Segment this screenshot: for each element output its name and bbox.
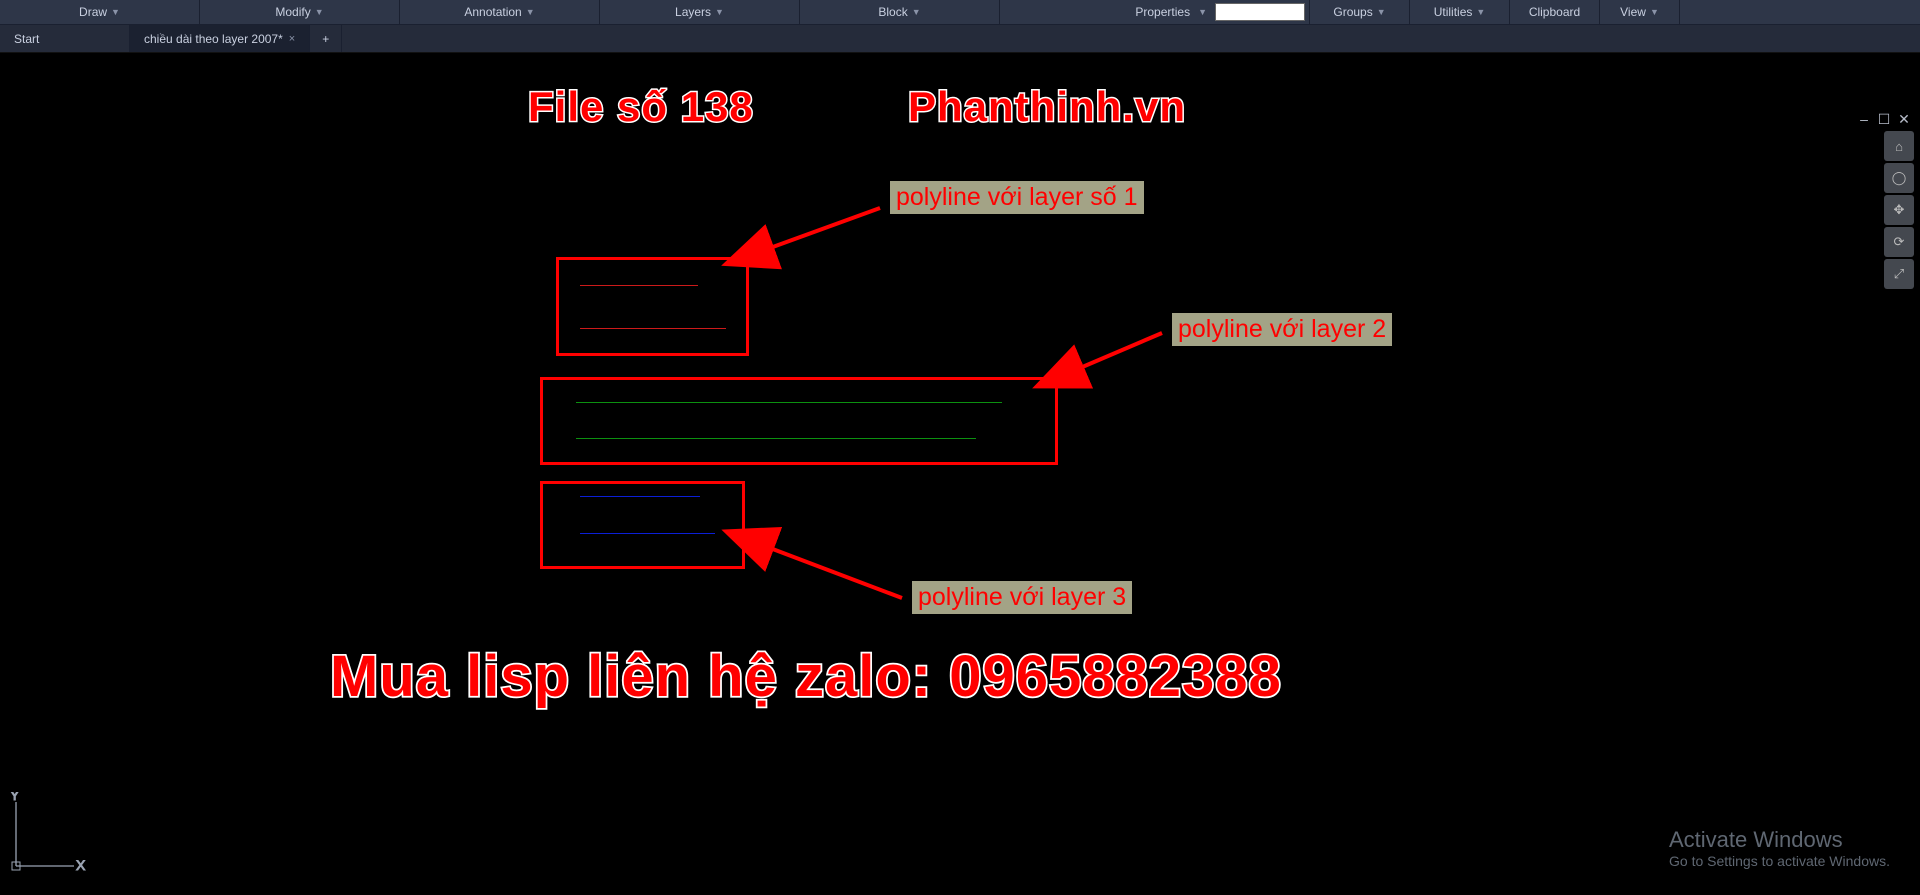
panel-view[interactable]: View ▼ <box>1600 0 1680 24</box>
nav-orbit-icon[interactable]: ⟳ <box>1884 227 1914 257</box>
chevron-down-icon: ▼ <box>111 7 120 17</box>
highlight-box-2 <box>540 377 1058 465</box>
nav-pan-icon[interactable]: ✥ <box>1884 195 1914 225</box>
panel-clipboard[interactable]: Clipboard <box>1510 0 1600 24</box>
ucs-icon: X Y <box>10 792 90 877</box>
ucs-y-label: Y <box>10 792 20 803</box>
chevron-down-icon: ▼ <box>526 7 535 17</box>
polyline-layer3-seg1[interactable] <box>580 496 700 497</box>
chevron-down-icon: ▼ <box>1198 7 1207 17</box>
panel-label: Modify <box>275 5 310 19</box>
navigation-bar: ⌂ ◯ ✥ ⟳ ⤢ <box>1884 131 1914 289</box>
annotation-file-title: File số 138 <box>528 83 754 131</box>
windows-activation-watermark: Activate Windows Go to Settings to activ… <box>1669 827 1890 869</box>
panel-label: Utilities <box>1434 5 1473 19</box>
chevron-down-icon: ▼ <box>1650 7 1659 17</box>
annotation-contact: Mua lisp liên hệ zalo: 0965882388 <box>330 643 1282 710</box>
panel-label: Layers <box>675 5 711 19</box>
panel-label: Annotation <box>464 5 521 19</box>
panel-label: Draw <box>79 5 107 19</box>
tab-start[interactable]: Start <box>0 25 130 52</box>
tab-new[interactable]: + <box>310 25 342 52</box>
panel-label: Properties <box>1135 5 1190 19</box>
panel-annotation[interactable]: Annotation ▼ <box>400 0 600 24</box>
panel-block[interactable]: Block ▼ <box>800 0 1000 24</box>
annotation-arrows <box>0 53 1920 895</box>
chevron-down-icon: ▼ <box>315 7 324 17</box>
panel-groups[interactable]: Groups ▼ <box>1310 0 1410 24</box>
panel-label: Block <box>878 5 907 19</box>
viewport-controls: – ☐ ✕ <box>1856 111 1912 128</box>
highlight-box-1 <box>556 257 749 356</box>
properties-input[interactable] <box>1215 3 1305 21</box>
tab-active-drawing[interactable]: chiều dài theo layer 2007* × <box>130 25 310 52</box>
nav-wheel-icon[interactable]: ◯ <box>1884 163 1914 193</box>
panel-label: Groups <box>1333 5 1372 19</box>
maximize-icon[interactable]: ☐ <box>1876 111 1892 128</box>
polyline-layer1-seg1[interactable] <box>580 285 698 286</box>
watermark-line2: Go to Settings to activate Windows. <box>1669 853 1890 869</box>
chevron-down-icon: ▼ <box>715 7 724 17</box>
drawing-area[interactable]: – ☐ ✕ ⌂ ◯ ✥ ⟳ ⤢ X Y File số 138 Phanthin… <box>0 53 1920 895</box>
annotation-site: Phanthinh.vn <box>908 83 1186 131</box>
annotation-label-3: polyline với layer 3 <box>912 581 1132 614</box>
polyline-layer2-seg2[interactable] <box>576 438 976 439</box>
watermark-line1: Activate Windows <box>1669 827 1890 853</box>
chevron-down-icon: ▼ <box>1476 7 1485 17</box>
polyline-layer3-seg2[interactable] <box>580 533 715 534</box>
document-tabs: Start chiều dài theo layer 2007* × + <box>0 25 1920 53</box>
close-icon[interactable]: × <box>289 33 295 45</box>
nav-home-icon[interactable]: ⌂ <box>1884 131 1914 161</box>
plus-icon: + <box>322 32 329 46</box>
panel-properties[interactable]: Properties ▼ <box>1000 0 1310 24</box>
panel-draw[interactable]: Draw ▼ <box>0 0 200 24</box>
ucs-x-label: X <box>76 857 86 872</box>
panel-label: Clipboard <box>1529 5 1580 19</box>
highlight-box-3 <box>540 481 745 569</box>
panel-modify[interactable]: Modify ▼ <box>200 0 400 24</box>
polyline-layer2-seg1[interactable] <box>576 402 1002 403</box>
minimize-icon[interactable]: – <box>1856 111 1872 128</box>
ribbon-panels: Draw ▼ Modify ▼ Annotation ▼ Layers ▼ Bl… <box>0 0 1920 25</box>
chevron-down-icon: ▼ <box>912 7 921 17</box>
close-icon[interactable]: ✕ <box>1896 111 1912 128</box>
polyline-layer1-seg2[interactable] <box>580 328 726 329</box>
annotation-label-1: polyline với layer số 1 <box>890 181 1144 214</box>
annotation-label-2: polyline với layer 2 <box>1172 313 1392 346</box>
nav-zoom-icon[interactable]: ⤢ <box>1884 259 1914 289</box>
tab-label: chiều dài theo layer 2007* <box>144 32 283 46</box>
panel-label: View <box>1620 5 1646 19</box>
chevron-down-icon: ▼ <box>1377 7 1386 17</box>
panel-utilities[interactable]: Utilities ▼ <box>1410 0 1510 24</box>
tab-label: Start <box>14 32 39 46</box>
panel-layers[interactable]: Layers ▼ <box>600 0 800 24</box>
